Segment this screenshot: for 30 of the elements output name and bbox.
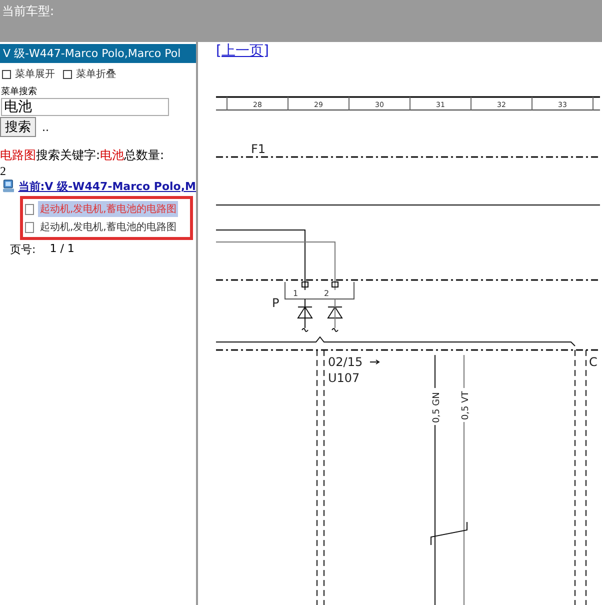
- reference-label: 02/15: [328, 355, 363, 369]
- search-label: 菜单搜索: [0, 86, 38, 98]
- tree-item[interactable]: 起动机,发电机,蓄电池的电路图: [38, 219, 178, 235]
- component-label: U107: [328, 371, 360, 385]
- menu-action-link[interactable]: 菜单展开: [2, 67, 55, 81]
- search-button[interactable]: 搜索: [0, 117, 36, 137]
- connector-label: P: [272, 296, 280, 310]
- previous-page-link[interactable]: [上一页]: [216, 42, 269, 60]
- keyword-label: 搜索关键字:: [36, 147, 100, 164]
- page-number: 1 / 1: [50, 242, 74, 257]
- pin-label: 1: [293, 289, 298, 298]
- document-icon: [25, 222, 34, 232]
- search-field[interactable]: 电池: [1, 98, 169, 116]
- wire-label: 0,5 GN: [432, 392, 442, 423]
- menu-action-link[interactable]: 菜单折叠: [63, 67, 116, 81]
- document-icon: [25, 204, 34, 214]
- block-label: C: [589, 355, 598, 369]
- pin-label: 2: [324, 289, 330, 298]
- model-title-bar: V 级-W447-Marco Polo,Marco Pol: [0, 44, 196, 63]
- result-count: 2: [0, 164, 7, 179]
- page-title: 当前车型:: [1, 3, 54, 20]
- fuse-label: F1: [251, 142, 266, 156]
- computer-icon: [3, 179, 14, 194]
- tree-root-link[interactable]: 当前:V 级-W447-Marco Polo,M: [18, 179, 196, 194]
- count-label: 总数量:: [124, 147, 164, 164]
- result-category: 电路图: [0, 147, 36, 164]
- result-keyword: 电池: [100, 147, 124, 164]
- wire-label: 0,5 VT: [461, 391, 471, 420]
- ellipsis-text: ..: [42, 120, 49, 134]
- page-number-label: 页号:: [10, 242, 36, 257]
